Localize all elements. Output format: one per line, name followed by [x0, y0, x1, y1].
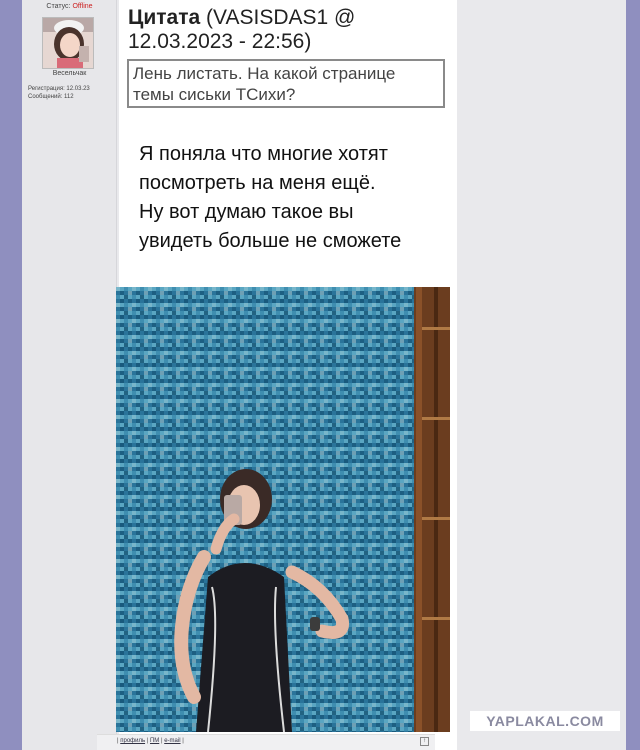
message-count: Сообщений: 112	[28, 94, 74, 100]
status-offline: Offline	[72, 3, 93, 10]
report-icon[interactable]: ↑	[420, 737, 429, 746]
email-link[interactable]: e-mail	[164, 738, 180, 744]
quote-header: Цитата (VASISDAS1 @ 12.03.2023 - 22:56)	[128, 6, 448, 54]
user-status: Статус: Offline	[22, 3, 117, 10]
quote-title: Цитата	[128, 6, 201, 29]
site-watermark: YAPLAKAL.COM	[470, 711, 620, 731]
post-line: Я поняла что многие хотят	[139, 143, 388, 165]
status-label: Статус:	[46, 3, 71, 10]
footer-links: | профиль | ПМ | e-mail |	[117, 738, 184, 744]
avatar[interactable]	[42, 17, 94, 69]
right-margin	[457, 0, 626, 750]
separator: |	[117, 738, 119, 744]
separator: |	[146, 738, 149, 744]
post-line: посмотреть на меня ещё.	[139, 172, 376, 194]
post-line: увидеть больше не сможете	[139, 230, 402, 252]
quote-text: Лень листать. На какой странице темы сис…	[127, 59, 445, 108]
profile-link[interactable]: профиль	[120, 738, 145, 744]
post-text: Я поняла что многие хотят посмотреть на …	[119, 140, 457, 256]
user-panel: Статус: Offline Весельчак Регистрация: 1…	[22, 0, 117, 750]
user-rank: Весельчак	[52, 70, 87, 77]
post-footer: | профиль | ПМ | e-mail | ↑	[97, 734, 435, 750]
separator: |	[182, 738, 184, 744]
user-meta: Регистрация: 12.03.23 Сообщений: 112	[28, 85, 90, 101]
separator: |	[160, 738, 163, 744]
pm-link[interactable]: ПМ	[150, 738, 159, 744]
post-photo[interactable]	[116, 287, 450, 732]
registration-date: Регистрация: 12.03.23	[28, 86, 90, 92]
post-line: Ну вот думаю такое вы	[139, 201, 354, 223]
